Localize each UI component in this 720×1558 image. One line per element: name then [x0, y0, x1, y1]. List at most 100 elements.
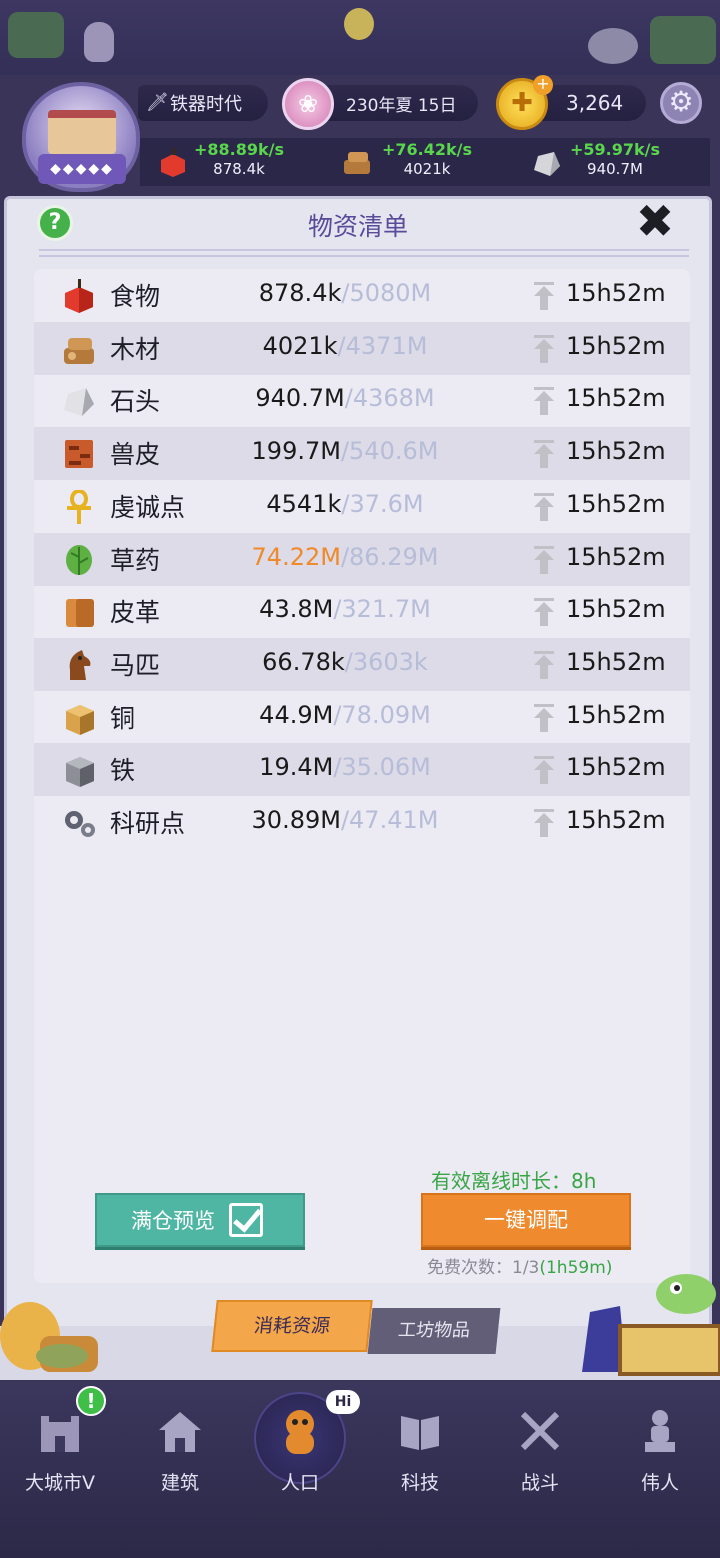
- upgrade-arrow-icon[interactable]: [532, 387, 556, 416]
- wood-rate: +76.42k/s: [381, 140, 473, 159]
- chick-decoration: [344, 8, 374, 40]
- nav-population-label: 人口: [280, 1472, 319, 1494]
- checkbox-icon[interactable]: [229, 1203, 263, 1237]
- frog-crate-decoration: [582, 1274, 720, 1376]
- upgrade-arrow-icon[interactable]: [532, 650, 556, 679]
- resource-quantity: 878.4k/5080M: [214, 279, 476, 307]
- resource-name: 科研点: [110, 809, 186, 838]
- resource-current: 4021k: [262, 331, 338, 360]
- resource-capacity: /78.09M: [333, 700, 431, 729]
- resource-quantity: 43.8M/321.7M: [214, 595, 476, 623]
- upgrade-arrow-icon[interactable]: [532, 756, 556, 785]
- resource-quantity: 19.4M/35.06M: [214, 753, 476, 781]
- resource-capacity: /4368M: [344, 384, 435, 413]
- lotus-icon[interactable]: ❀: [282, 78, 334, 130]
- alert-badge-icon: !: [76, 1386, 106, 1416]
- upgrade-arrow-icon[interactable]: [532, 282, 556, 310]
- herb-icon: [66, 544, 92, 575]
- nav-battle-label: 战斗: [520, 1472, 559, 1494]
- nav-building-label: 建筑: [160, 1472, 199, 1494]
- hide-icon: [65, 440, 93, 469]
- resource-current: 878.4k: [258, 279, 342, 307]
- gears-icon: [65, 811, 95, 837]
- resource-current: 43.8M: [259, 595, 334, 624]
- resource-fill-time: 15h52m: [566, 279, 666, 307]
- horse-icon: [69, 649, 91, 680]
- resource-capacity: /37.6M: [341, 489, 424, 518]
- resource-capacity: /86.29M: [340, 542, 439, 571]
- resource-capacity: /321.7M: [333, 595, 431, 624]
- upgrade-arrow-icon[interactable]: [532, 598, 556, 627]
- settings-gear-icon[interactable]: ⚙: [660, 82, 702, 124]
- resource-quantity: 44.9M/78.09M: [214, 701, 476, 729]
- coin-icon[interactable]: ✚ +: [496, 75, 553, 130]
- era-pill[interactable]: 🗡 铁器时代: [138, 85, 268, 121]
- upgrade-arrow-icon[interactable]: [532, 809, 556, 837]
- stone-amount: 940.7M: [587, 160, 643, 178]
- stone-rate: +59.97k/s: [569, 140, 661, 159]
- wood-icon: [64, 337, 94, 364]
- nav-tech[interactable]: 科技: [360, 1408, 480, 1495]
- resource-capacity: /4371M: [337, 331, 428, 360]
- resource-fill-time: 15h52m: [566, 331, 666, 360]
- person-icon: [286, 1410, 314, 1454]
- upgrade-arrow-icon[interactable]: [532, 334, 556, 363]
- one-click-distribute-button[interactable]: 一键调配: [421, 1193, 631, 1247]
- nav-battle[interactable]: 战斗: [480, 1408, 600, 1495]
- city-level-banner: ◆◆◆◆◆: [38, 154, 126, 184]
- resource-fill-time: 15h52m: [566, 384, 666, 413]
- resource-list: 食物 878.4k/5080M 15h52m 木材 4021k/4371M 15h52m 石…: [34, 269, 690, 1283]
- food-production: +88.89k/s 878.4k: [184, 140, 294, 178]
- resource-capacity: /47.41M: [340, 806, 439, 834]
- resource-fill-time: 15h52m: [566, 700, 666, 729]
- resource-fill-time: 15h52m: [566, 647, 666, 676]
- title-divider: [39, 249, 689, 257]
- era-label: 铁器时代: [170, 94, 242, 115]
- iron-icon: [66, 757, 94, 788]
- resource-name: 马匹: [110, 650, 161, 680]
- resource-fill-time: 15h52m: [566, 753, 666, 782]
- tab-consume-resources[interactable]: 消耗资源: [211, 1300, 373, 1352]
- upgrade-arrow-icon[interactable]: [532, 492, 556, 521]
- resource-current: 199.7M: [251, 437, 341, 466]
- food-amount: 878.4k: [213, 160, 265, 178]
- upgrade-arrow-icon[interactable]: [532, 703, 556, 732]
- resource-quantity: 30.89M/47.41M: [214, 806, 476, 834]
- ankh-icon: [67, 489, 91, 524]
- resource-current: 74.22M: [251, 542, 341, 571]
- resource-row: 科研点 30.89M/47.41M 15h52m: [34, 796, 690, 849]
- sheep-decoration: [588, 28, 638, 64]
- hi-bubble-icon: Hi: [326, 1390, 360, 1414]
- resource-row: 铁 19.4M/35.06M 15h52m: [34, 743, 690, 797]
- resource-current: 30.89M: [251, 806, 341, 834]
- book-icon: [401, 1416, 439, 1450]
- resource-row: 铜 44.9M/78.09M 15h52m: [34, 691, 690, 744]
- resource-row: 皮革 43.8M/321.7M 15h52m: [34, 585, 690, 638]
- nav-city[interactable]: 大城市V: [0, 1408, 120, 1495]
- close-icon[interactable]: ✖: [633, 198, 677, 245]
- stone-icon: [64, 388, 94, 417]
- free-count-label: 免费次数：1/3: [427, 1258, 540, 1278]
- tab-workshop-items[interactable]: 工坊物品: [367, 1308, 501, 1354]
- resource-name: 皮革: [110, 598, 161, 628]
- resource-name: 兽皮: [110, 440, 161, 470]
- stone-icon: [534, 152, 560, 176]
- upgrade-arrow-icon[interactable]: [532, 440, 556, 469]
- resource-name: 虔诚点: [110, 492, 186, 522]
- city-emblem[interactable]: ◆◆◆◆◆: [22, 82, 140, 192]
- add-coin-icon[interactable]: +: [533, 75, 553, 95]
- resource-fill-time: 15h52m: [566, 595, 666, 624]
- date-label: 230年夏 15日: [346, 95, 457, 116]
- full-preview-button[interactable]: 满仓预览: [95, 1193, 305, 1247]
- resource-fill-time: 15h52m: [566, 806, 666, 834]
- nav-population[interactable]: 人口: [240, 1408, 360, 1495]
- panel-header: ? 物资清单 ✖: [7, 198, 709, 259]
- resource-row: 木材 4021k/4371M 15h52m: [34, 321, 690, 375]
- date-pill[interactable]: 230年夏 15日: [318, 85, 478, 121]
- nav-great-people[interactable]: 伟人: [600, 1408, 720, 1495]
- swords-icon: [520, 1411, 560, 1451]
- resource-capacity: /3603k: [344, 647, 428, 676]
- resource-quantity: 199.7M/540.6M: [214, 437, 476, 465]
- nav-building[interactable]: 建筑: [120, 1408, 240, 1495]
- upgrade-arrow-icon[interactable]: [532, 545, 556, 574]
